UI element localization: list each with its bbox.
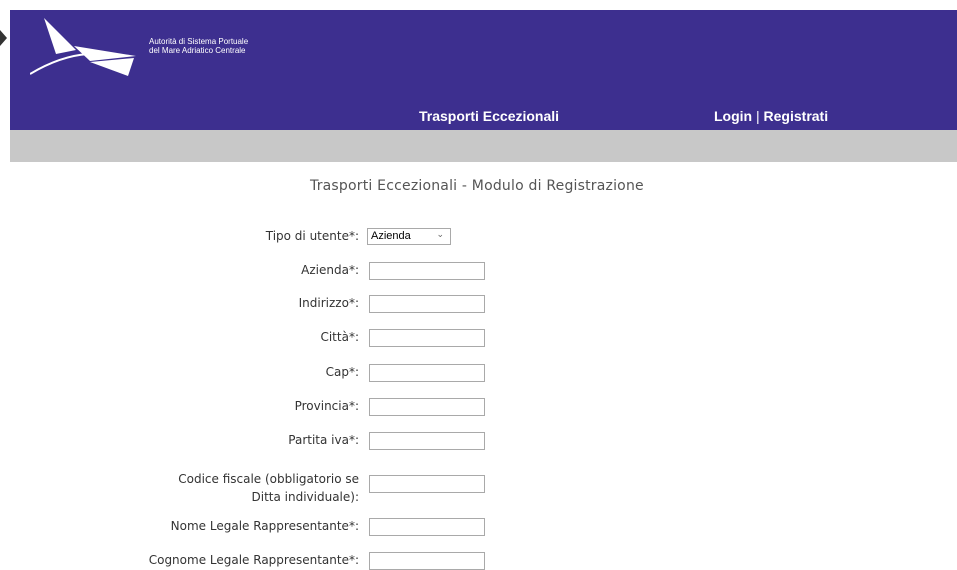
provincia-label: Provincia*: xyxy=(294,399,359,413)
login-link[interactable]: Login xyxy=(714,108,752,124)
cap-label: Cap*: xyxy=(325,365,359,379)
nome-legale-input[interactable] xyxy=(369,518,485,536)
indirizzo-label: Indirizzo*: xyxy=(298,296,359,310)
indirizzo-input[interactable] xyxy=(369,295,485,313)
partita-iva-input[interactable] xyxy=(369,432,485,450)
user-type-label: Tipo di utente*: xyxy=(265,229,359,243)
toolbar-strip xyxy=(10,130,957,162)
azienda-input[interactable] xyxy=(369,262,485,280)
site-header: Autorità di Sistema Portuale del Mare Ad… xyxy=(10,10,957,130)
chevron-down-icon: ⌄ xyxy=(436,229,444,239)
auth-links: Login | Registrati xyxy=(714,108,828,124)
codice-fiscale-label-line2: Ditta individuale): xyxy=(251,490,360,504)
azienda-label: Azienda*: xyxy=(301,263,359,277)
logo-icon xyxy=(30,18,136,76)
user-type-select[interactable]: Azienda ⌄ xyxy=(367,228,451,245)
codice-fiscale-input[interactable] xyxy=(369,475,485,493)
nome-legale-label: Nome Legale Rappresentante*: xyxy=(170,519,359,533)
user-type-value: Azienda xyxy=(371,230,411,242)
citta-label: Città*: xyxy=(320,330,359,344)
codice-fiscale-label-line1: Codice fiscale (obbligatorio se xyxy=(178,472,359,486)
cognome-legale-label: Cognome Legale Rappresentante*: xyxy=(148,553,359,567)
nav-trasporti-eccezionali[interactable]: Trasporti Eccezionali xyxy=(419,108,559,124)
org-name-line1: Autorità di Sistema Portuale xyxy=(149,37,249,46)
cognome-legale-input[interactable] xyxy=(369,552,485,570)
org-name-line2: del Mare Adriatico Centrale xyxy=(149,46,246,55)
cap-input[interactable] xyxy=(369,364,485,382)
citta-input[interactable] xyxy=(369,329,485,347)
provincia-input[interactable] xyxy=(369,398,485,416)
register-link[interactable]: Registrati xyxy=(764,108,829,124)
partita-iva-label: Partita iva*: xyxy=(288,433,359,447)
codice-fiscale-label: Codice fiscale (obbligatorio se Ditta in… xyxy=(178,470,359,506)
page-title: Trasporti Eccezionali - Modulo di Regist… xyxy=(310,178,644,194)
organization-name: Autorità di Sistema Portuale del Mare Ad… xyxy=(149,37,248,55)
back-arrow-icon[interactable] xyxy=(0,30,7,46)
auth-separator: | xyxy=(756,108,760,124)
